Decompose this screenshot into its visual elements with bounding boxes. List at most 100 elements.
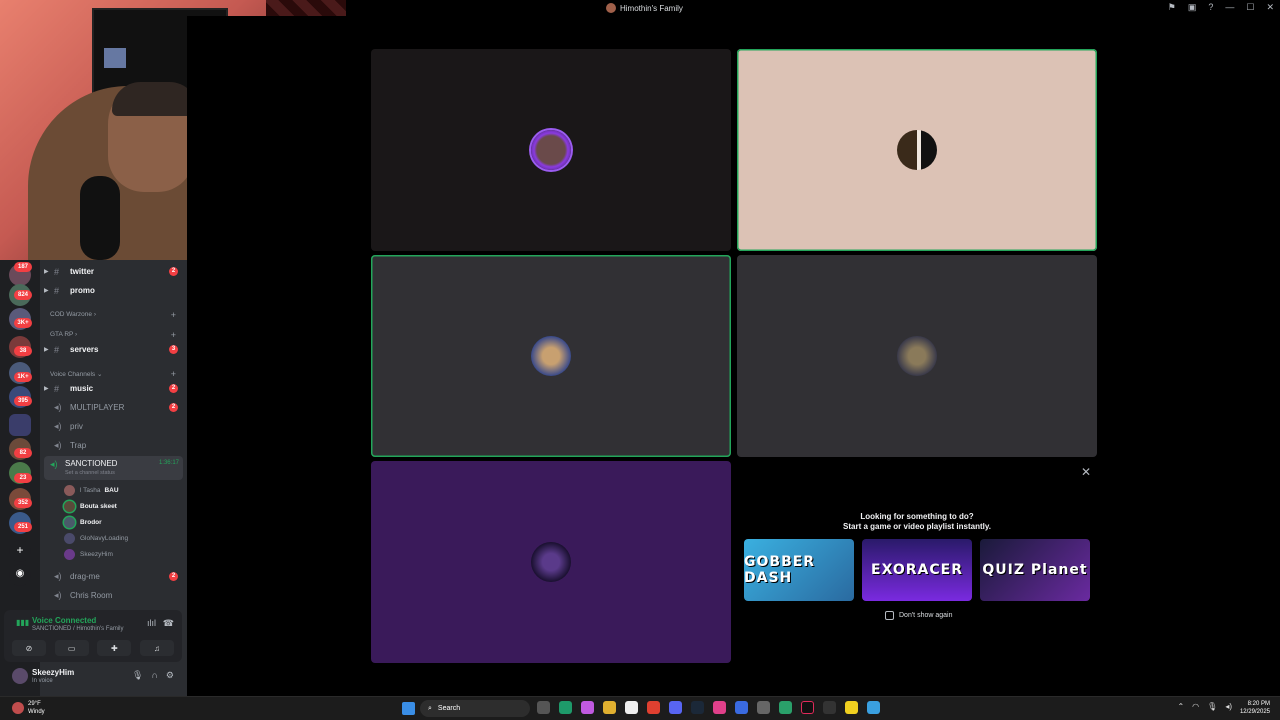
- add-channel-icon[interactable]: +: [171, 369, 176, 379]
- chrome-icon[interactable]: [647, 701, 660, 714]
- mention-count: 2: [169, 384, 178, 393]
- activity-card-exoracer[interactable]: EXORACER: [862, 539, 972, 601]
- file-explorer-icon[interactable]: [603, 701, 616, 714]
- soundboard-icon[interactable]: ♫: [139, 640, 174, 656]
- category-voice-channels[interactable]: Voice Channels ⌄ +: [50, 369, 180, 379]
- add-channel-icon[interactable]: +: [171, 330, 176, 340]
- close-icon[interactable]: ✕: [1081, 465, 1091, 479]
- participant-tile[interactable]: [737, 49, 1097, 251]
- channel-promo[interactable]: ▶ # promo: [44, 282, 184, 299]
- inbox-icon[interactable]: ▣: [1188, 2, 1197, 13]
- discover-icon[interactable]: ◉: [9, 564, 31, 586]
- taskbar-search[interactable]: ⌕ Search: [420, 700, 530, 717]
- dont-show-again-toggle[interactable]: Don't show again: [885, 611, 952, 620]
- activities-icon[interactable]: ✚: [97, 640, 132, 656]
- maximize-icon[interactable]: ☐: [1246, 2, 1254, 13]
- user-panel: SkeezyHim In voice 🎙 ∩ ⚙: [4, 664, 182, 690]
- disconnect-icon[interactable]: ☎: [163, 618, 174, 629]
- voice-member[interactable]: GloNavyLoading: [64, 531, 128, 546]
- flag-icon[interactable]: ⚑: [1168, 2, 1176, 13]
- mention-badge: 824: [14, 290, 32, 300]
- channel-twitter[interactable]: ▶ # twitter 2: [44, 263, 184, 280]
- store-icon[interactable]: [625, 701, 638, 714]
- chevron-up-icon[interactable]: ⌃: [1177, 702, 1184, 711]
- category-cod-warzone[interactable]: COD Warzone › +: [50, 310, 180, 320]
- video-stage: [187, 16, 1280, 696]
- channel-multiplayer[interactable]: ◂) MULTIPLAYER 2: [44, 399, 184, 416]
- voice-member[interactable]: l Tasha BAU: [64, 483, 119, 498]
- voice-channel-icon: ◂): [54, 590, 62, 600]
- channel-servers[interactable]: ▶ # servers 3: [44, 341, 184, 358]
- folder-icon[interactable]: [9, 414, 31, 436]
- mention-badge: 38: [14, 346, 32, 356]
- activity-card-quiz-planet[interactable]: QUIZ Planet: [980, 539, 1090, 601]
- microphone-icon[interactable]: 🎙: [1207, 702, 1217, 711]
- checkbox[interactable]: [885, 611, 894, 620]
- channel-music[interactable]: ▶ # music 2: [44, 380, 184, 397]
- sticky-notes-icon[interactable]: [845, 701, 858, 714]
- participant-tile[interactable]: [371, 49, 731, 251]
- weather-widget[interactable]: 29°F Windy: [12, 700, 45, 716]
- help-icon[interactable]: ?: [1208, 2, 1213, 13]
- mention-count: 2: [169, 572, 178, 581]
- screen-share-icon[interactable]: ▭: [54, 640, 89, 656]
- voice-member[interactable]: SkeezyHim: [64, 547, 113, 562]
- edge-icon[interactable]: [559, 701, 572, 714]
- steam-icon[interactable]: [691, 701, 704, 714]
- taskbar-clock[interactable]: 8:20 PM 12/29/2025: [1240, 700, 1270, 716]
- participant-tile[interactable]: [737, 255, 1097, 457]
- start-menu-icon[interactable]: [402, 702, 415, 715]
- close-icon[interactable]: ✕: [1266, 2, 1274, 13]
- voice-connected-panel: ▮▮▮ Voice Connected SANCTIONED / Himothi…: [4, 610, 182, 662]
- signal-icon[interactable]: ▮▮▮: [16, 618, 29, 627]
- microphone-icon[interactable]: 🎙: [132, 670, 143, 681]
- voice-member[interactable]: Bouta skeet: [64, 499, 117, 514]
- task-view-icon[interactable]: [537, 701, 550, 714]
- copilot-icon[interactable]: [581, 701, 594, 714]
- tiktok-icon[interactable]: [801, 701, 814, 714]
- category-gta-rp[interactable]: GTA RP › +: [50, 330, 180, 340]
- unread-caret-icon: ▶: [44, 288, 49, 294]
- discord-icon[interactable]: [669, 701, 682, 714]
- activity-card-gobber-dash[interactable]: GOBBER DASH: [744, 539, 854, 601]
- participant-tile[interactable]: [371, 461, 731, 663]
- camera-off-icon[interactable]: ⊘: [12, 640, 46, 656]
- app-icon[interactable]: [779, 701, 792, 714]
- instagram-icon[interactable]: [713, 701, 726, 714]
- headphones-icon[interactable]: ∩: [151, 670, 157, 681]
- obs-icon[interactable]: [757, 701, 770, 714]
- channel-trap[interactable]: ◂) Trap: [44, 437, 184, 454]
- avatar: [64, 501, 75, 512]
- noise-suppression-icon[interactable]: ılıl: [147, 618, 156, 628]
- weather-icon: [12, 702, 24, 714]
- app-icon[interactable]: [735, 701, 748, 714]
- volume-icon[interactable]: ◂): [1225, 702, 1232, 711]
- unread-caret-icon: ▶: [44, 347, 49, 353]
- taskbar-apps: [537, 701, 880, 714]
- wifi-icon[interactable]: ◠: [1192, 702, 1199, 711]
- app-icon[interactable]: [867, 701, 880, 714]
- voice-member[interactable]: Brodor: [64, 515, 102, 530]
- voice-channel-icon: ◂): [54, 440, 62, 450]
- text-channel-icon: #: [54, 266, 60, 277]
- add-server-icon[interactable]: +: [9, 540, 31, 562]
- minimize-icon[interactable]: —: [1225, 2, 1234, 13]
- channel-sanctioned-active[interactable]: ◂) SANCTIONED 1:36:17 Set a channel stat…: [44, 456, 183, 480]
- avatar[interactable]: [12, 668, 28, 684]
- channel-status-field[interactable]: Set a channel status: [65, 470, 115, 476]
- channel-chris-room[interactable]: ◂) Chris Room: [44, 587, 184, 604]
- settings-gear-icon[interactable]: ⚙: [166, 670, 174, 681]
- mention-badge: 251: [14, 522, 32, 532]
- mention-badge: 23: [14, 473, 32, 483]
- windows-taskbar: 29°F Windy ⌕ Search ⌃ ◠ 🎙 ◂) 8:20 PM 12/2…: [0, 696, 1280, 720]
- voice-channel-icon: ◂): [50, 459, 58, 469]
- participant-tile[interactable]: [371, 255, 731, 457]
- add-channel-icon[interactable]: +: [171, 310, 176, 320]
- mention-badge: 187: [14, 262, 32, 272]
- avatar: [897, 336, 937, 376]
- mention-badge: 82: [14, 448, 32, 458]
- mention-badge: 1K+: [14, 372, 32, 382]
- channel-priv[interactable]: ◂) priv: [44, 418, 184, 435]
- xbox-icon[interactable]: [823, 701, 836, 714]
- channel-drag-me[interactable]: ◂) drag-me 2: [44, 568, 184, 585]
